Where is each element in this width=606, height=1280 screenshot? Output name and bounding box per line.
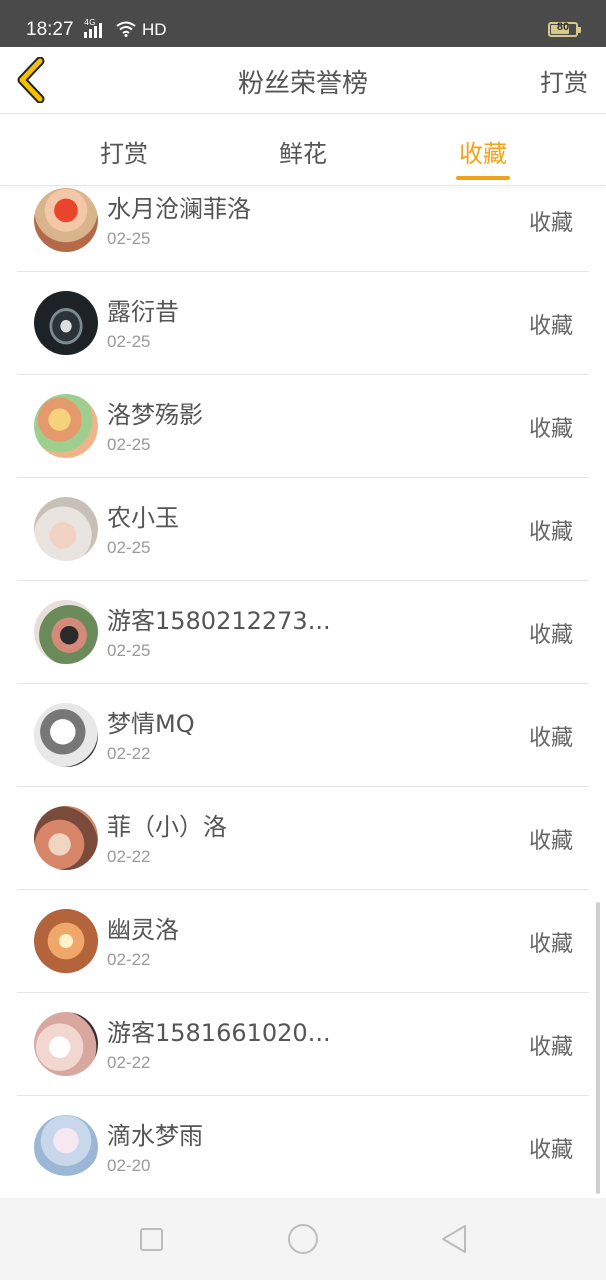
avatar[interactable]	[34, 909, 98, 973]
date-label: 02-20	[107, 1156, 151, 1175]
system-nav-bar	[0, 1198, 606, 1280]
favorite-label: 收藏	[528, 932, 573, 957]
signal-icon: 4G	[84, 18, 102, 38]
list-item[interactable]: 菲（小）洛 02-22 收藏	[17, 787, 589, 890]
favorite-label: 收藏	[528, 417, 573, 442]
fan-list[interactable]: 水月沧澜菲洛 02-25 收藏 露衍昔 02-25 收藏 洛梦殇影 02-25 收藏 农小玉 02-…	[0, 187, 606, 1198]
list-item[interactable]: 梦情MQ 02-22 收藏	[17, 684, 589, 787]
user-name: 洛梦殇影	[107, 401, 203, 429]
battery-level: 80	[556, 21, 570, 33]
tab-favorites[interactable]: 收藏	[423, 134, 543, 169]
avatar[interactable]	[34, 497, 98, 561]
list-item[interactable]: 露衍昔 02-25 收藏	[17, 272, 589, 375]
avatar[interactable]	[34, 188, 98, 252]
date-label: 02-22	[107, 744, 151, 763]
favorite-label: 收藏	[528, 1035, 573, 1060]
list-item[interactable]: 农小玉 02-25 收藏	[17, 478, 589, 581]
home-icon[interactable]	[288, 1224, 318, 1254]
status-time: 18:27	[26, 19, 74, 40]
favorite-label: 收藏	[528, 726, 573, 751]
hd-indicator: HD	[142, 20, 167, 39]
avatar[interactable]	[34, 703, 98, 767]
avatar[interactable]	[34, 291, 98, 355]
list-item[interactable]: 洛梦殇影 02-25 收藏	[17, 375, 589, 478]
favorite-label: 收藏	[528, 211, 573, 236]
avatar[interactable]	[34, 600, 98, 664]
favorite-label: 收藏	[528, 623, 573, 648]
user-name: 农小玉	[107, 504, 179, 532]
avatar[interactable]	[34, 394, 98, 458]
user-name: 露衍昔	[107, 298, 179, 326]
favorite-label: 收藏	[528, 829, 573, 854]
user-name: 菲（小）洛	[107, 813, 227, 841]
tab-flowers[interactable]: 鲜花	[243, 134, 363, 169]
avatar[interactable]	[34, 806, 98, 870]
list-item[interactable]: 水月沧澜菲洛 02-25 收藏	[17, 187, 589, 272]
date-label: 02-22	[107, 950, 151, 969]
list-item[interactable]: 游客1580212273... 02-25 收藏	[17, 581, 589, 684]
tab-reward[interactable]: 打赏	[64, 134, 184, 169]
date-label: 02-25	[107, 538, 151, 557]
user-name: 水月沧澜菲洛	[107, 195, 251, 223]
wifi-icon	[116, 21, 136, 37]
network-type: 4G	[84, 18, 96, 27]
user-name: 游客1580212273...	[107, 607, 331, 635]
list-item[interactable]: 游客1581661020... 02-22 收藏	[17, 993, 589, 1096]
active-tab-indicator	[456, 176, 510, 180]
date-label: 02-25	[107, 641, 151, 660]
list-item[interactable]: 幽灵洛 02-22 收藏	[17, 890, 589, 993]
nav-bar: 粉丝荣誉榜 打赏	[0, 47, 606, 114]
back-triangle-icon[interactable]	[440, 1224, 468, 1254]
avatar[interactable]	[34, 1115, 98, 1179]
tab-bar: 打赏 鲜花 收藏	[0, 115, 606, 186]
battery-icon: 80	[548, 21, 581, 37]
list-item[interactable]: 滴水梦雨 02-20 收藏	[17, 1096, 589, 1198]
date-label: 02-25	[107, 435, 151, 454]
avatar[interactable]	[34, 1012, 98, 1076]
user-name: 梦情MQ	[107, 710, 195, 738]
favorite-label: 收藏	[528, 1138, 573, 1163]
user-name: 滴水梦雨	[107, 1122, 203, 1150]
date-label: 02-22	[107, 847, 151, 866]
date-label: 02-25	[107, 332, 151, 351]
user-name: 游客1581661020...	[107, 1019, 331, 1047]
date-label: 02-22	[107, 1053, 151, 1072]
reward-button[interactable]: 打赏	[540, 63, 588, 98]
page-title: 粉丝荣誉榜	[237, 69, 368, 99]
status-bar: 18:27 4G HD 80	[0, 0, 606, 47]
favorite-label: 收藏	[528, 314, 573, 339]
date-label: 02-25	[107, 229, 151, 248]
user-name: 幽灵洛	[107, 916, 179, 944]
scrollbar[interactable]	[596, 902, 600, 1194]
recent-apps-icon[interactable]	[140, 1228, 163, 1251]
favorite-label: 收藏	[528, 520, 573, 545]
